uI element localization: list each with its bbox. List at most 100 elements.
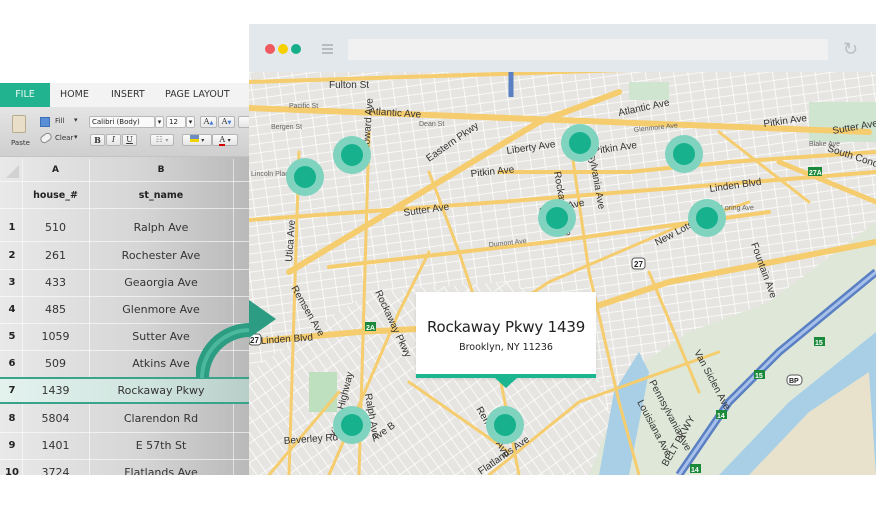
cell-street-name[interactable]: E 57th St xyxy=(89,432,233,459)
map-view[interactable]: Fulton St Atlantic Ave Atlantic Ave East… xyxy=(249,72,876,475)
location-pin[interactable] xyxy=(688,199,726,237)
font-name-dropdown[interactable]: ▾ xyxy=(155,116,164,128)
table-row-selected[interactable]: 7 1439 Rockaway Pkwy xyxy=(0,377,249,404)
location-pin[interactable] xyxy=(561,124,599,162)
clear-button[interactable]: Clear ▾ xyxy=(38,131,84,145)
table-row[interactable]: 4 485 Glenmore Ave xyxy=(0,296,249,323)
table-row[interactable]: 10 3724 Flatlands Ave xyxy=(0,459,249,475)
cell-house-number[interactable]: 433 xyxy=(22,269,89,296)
table-row[interactable]: 8 5804 Clarendon Rd xyxy=(0,405,249,432)
svg-text:15: 15 xyxy=(755,373,763,380)
select-all-corner[interactable] xyxy=(0,159,22,181)
table-row[interactable]: 2 261 Rochester Ave xyxy=(0,242,249,269)
cell-street-name[interactable]: Ralph Ave xyxy=(89,214,233,241)
cell-street-name[interactable]: Glenmore Ave xyxy=(89,296,233,323)
cell-street-name[interactable]: Geaorgia Ave xyxy=(89,269,233,296)
row-number[interactable]: 2 xyxy=(0,242,24,269)
bp-shield: BP xyxy=(786,374,803,386)
tab-page-layout[interactable]: PAGE LAYOUT xyxy=(165,83,230,107)
minimize-window-button[interactable] xyxy=(278,44,288,54)
label-bergen-st: Bergen St xyxy=(271,124,302,131)
location-pin[interactable] xyxy=(286,158,324,196)
cell-street-name[interactable]: Rockaway Pkwy xyxy=(89,379,233,402)
font-size-dropdown[interactable]: ▾ xyxy=(186,116,195,128)
table-row[interactable]: 1 510 Ralph Ave xyxy=(0,214,249,241)
row-number[interactable]: 7 xyxy=(0,379,24,402)
field-header-house-number[interactable]: house_# xyxy=(22,182,89,209)
row-number[interactable]: 9 xyxy=(0,432,24,459)
table-row[interactable]: 9 1401 E 57th St xyxy=(0,432,249,459)
grow-font-button[interactable]: A▲ xyxy=(200,116,217,128)
cell-house-number[interactable]: 485 xyxy=(22,296,89,323)
cell-house-number[interactable]: 261 xyxy=(22,242,89,269)
cell-house-number[interactable]: 509 xyxy=(22,350,89,377)
underline-button[interactable]: U xyxy=(122,134,137,146)
row-number[interactable]: 6 xyxy=(0,350,24,377)
column-header-b[interactable]: B xyxy=(89,159,233,181)
tab-home[interactable]: HOME xyxy=(60,83,89,107)
label-pacific-st: Pacific St xyxy=(289,103,318,110)
row-number[interactable]: 3 xyxy=(0,269,24,296)
location-pin[interactable] xyxy=(538,199,576,237)
fill-label: Fill xyxy=(55,117,65,125)
row-number[interactable]: 5 xyxy=(0,323,24,350)
table-row[interactable]: 6 509 Atkins Ave xyxy=(0,350,249,377)
table-row[interactable]: 5 1059 Sutter Ave xyxy=(0,323,249,350)
location-pin[interactable] xyxy=(333,406,371,444)
row-number[interactable]: 10 xyxy=(0,459,24,475)
hamburger-icon[interactable] xyxy=(322,44,333,54)
label-blake-ave: Blake Ave xyxy=(809,141,840,148)
svg-text:14: 14 xyxy=(691,467,699,474)
cell-house-number[interactable]: 1439 xyxy=(22,379,89,402)
chevron-down-icon: ▾ xyxy=(74,116,78,124)
cell-house-number[interactable]: 3724 xyxy=(22,459,89,475)
row-number[interactable]: 8 xyxy=(0,405,24,432)
bold-button[interactable]: B xyxy=(90,134,105,146)
font-color-button[interactable]: A ▾ xyxy=(212,134,238,146)
exit-15-sign-2: 15 xyxy=(754,370,765,380)
cell-house-number[interactable]: 5804 xyxy=(22,405,89,432)
ribbon-tabs: FILE HOME INSERT PAGE LAYOUT xyxy=(0,83,249,107)
font-name-select[interactable]: Calibri (Body) xyxy=(89,116,155,128)
fill-color-button[interactable]: ▾ xyxy=(182,134,212,146)
label-dean-st: Dean St xyxy=(419,121,444,128)
shrink-font-button[interactable]: A▼ xyxy=(218,116,235,128)
popup-address: Brooklyn, NY 11236 xyxy=(459,342,553,353)
font-size-select[interactable]: 12 xyxy=(166,116,186,128)
row-number[interactable]: 4 xyxy=(0,296,24,323)
paste-button[interactable]: Paste xyxy=(8,113,34,153)
spreadsheet-window: FILE HOME INSERT PAGE LAYOUT Paste Fill … xyxy=(0,83,249,475)
location-pin-selected[interactable] xyxy=(486,406,524,444)
popup-title: Rockaway Pkwy 1439 xyxy=(426,318,586,336)
cell-street-name[interactable]: Sutter Ave xyxy=(89,323,233,350)
ribbon-overflow[interactable] xyxy=(238,116,249,128)
table-row[interactable]: 3 433 Geaorgia Ave xyxy=(0,269,249,296)
exit-15-sign: 15 xyxy=(814,337,825,347)
location-popup: Rockaway Pkwy 1439 Brooklyn, NY 11236 xyxy=(416,292,596,388)
cell-street-name[interactable]: Rochester Ave xyxy=(89,242,233,269)
close-window-button[interactable] xyxy=(265,44,275,54)
clear-label: Clear xyxy=(55,134,74,142)
cell-house-number[interactable]: 1401 xyxy=(22,432,89,459)
cell-street-name[interactable]: Clarendon Rd xyxy=(89,405,233,432)
location-pin[interactable] xyxy=(333,136,371,174)
cell-house-number[interactable]: 1059 xyxy=(22,323,89,350)
maximize-window-button[interactable] xyxy=(291,44,301,54)
svg-text:15: 15 xyxy=(815,340,823,347)
cell-street-name[interactable]: Flatlands Ave xyxy=(89,459,233,475)
italic-button[interactable]: I xyxy=(106,134,121,146)
row-number[interactable]: 1 xyxy=(0,214,24,241)
label-loring-ave: Loring Ave xyxy=(721,205,754,212)
column-header-a[interactable]: A xyxy=(22,159,89,181)
location-pin[interactable] xyxy=(665,135,703,173)
url-bar[interactable] xyxy=(348,39,828,60)
paste-label: Paste xyxy=(11,139,30,147)
tab-file[interactable]: FILE xyxy=(0,83,50,107)
borders-button[interactable]: ☷ ▾ xyxy=(150,134,174,146)
reload-icon[interactable]: ↻ xyxy=(843,40,861,58)
fill-button[interactable]: Fill ▾ xyxy=(40,116,84,128)
tab-insert[interactable]: INSERT xyxy=(111,83,145,107)
cell-house-number[interactable]: 510 xyxy=(22,214,89,241)
field-header-street-name[interactable]: st_name xyxy=(89,182,233,209)
cell-street-name[interactable]: Atkins Ave xyxy=(89,350,233,377)
